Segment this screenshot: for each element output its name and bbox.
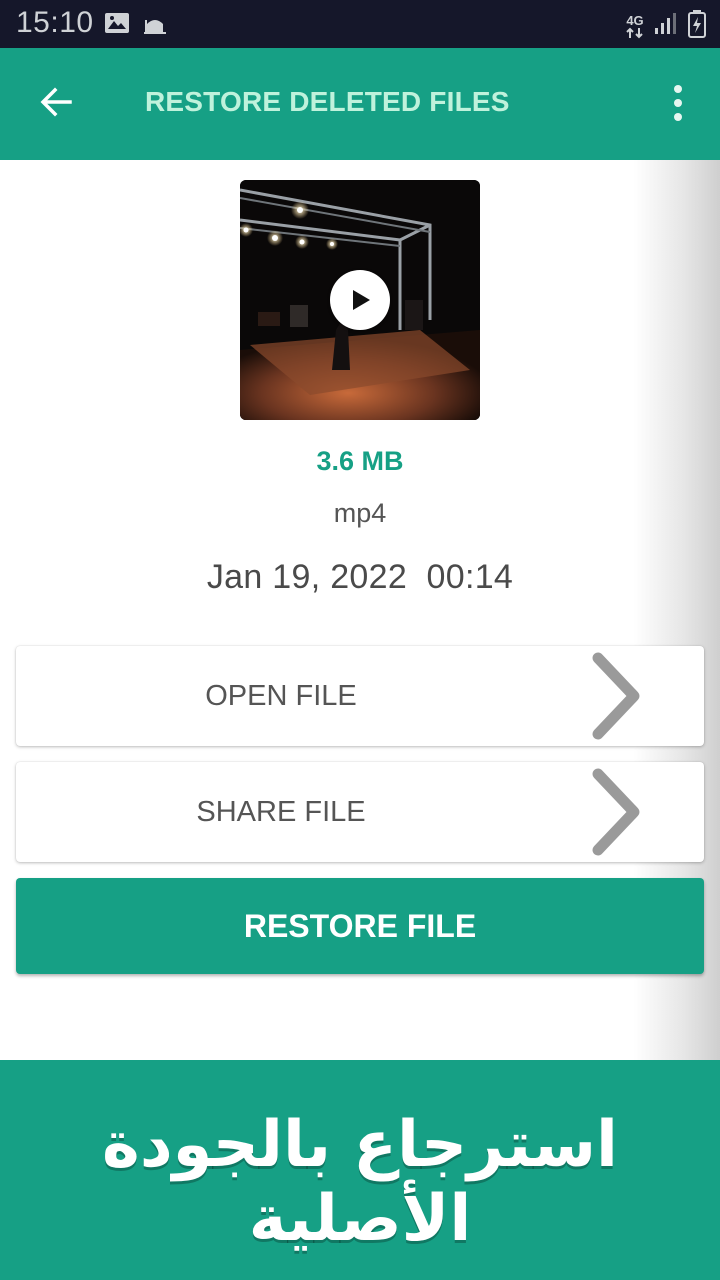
app-bar: RESTORE DELETED FILES xyxy=(0,48,720,160)
more-vert-icon xyxy=(674,85,682,93)
network-label: 4G xyxy=(626,13,644,28)
more-vert-icon-dot xyxy=(674,113,682,121)
status-left-icons xyxy=(104,12,166,39)
chevron-right-icon xyxy=(592,652,640,740)
image-icon xyxy=(104,12,130,39)
promo-banner: استرجاع بالجودة الأصلية xyxy=(0,1060,720,1280)
file-size: 3.6 MB xyxy=(316,446,404,476)
chevron-right-icon xyxy=(592,768,640,856)
arrow-back-icon xyxy=(40,87,72,117)
promo-text: استرجاع بالجودة الأصلية xyxy=(102,1108,618,1256)
status-time: 15:10 xyxy=(16,6,94,39)
play-button[interactable] xyxy=(330,270,390,330)
back-button[interactable] xyxy=(26,72,86,132)
overflow-menu-button[interactable] xyxy=(658,78,698,128)
restore-file-label: RESTORE FILE xyxy=(243,907,477,944)
open-file-button[interactable]: OPEN FILE xyxy=(16,646,704,746)
share-file-label: SHARE FILE xyxy=(196,796,366,828)
share-file-button[interactable]: SHARE FILE xyxy=(16,762,704,862)
status-bar: 15:10 4G xyxy=(0,0,720,48)
status-right-icons: 4G xyxy=(626,10,706,43)
network-4g-icon: 4G xyxy=(626,14,644,39)
video-thumbnail[interactable] xyxy=(240,180,480,420)
play-icon xyxy=(353,290,370,310)
file-details: 3.6 MB mp4 Jan 19, 2022 00:14 OPEN FILE … xyxy=(0,160,720,1060)
mosque-icon xyxy=(144,12,166,39)
restore-file-button[interactable]: RESTORE FILE xyxy=(16,878,704,974)
file-date: Jan 19, 2022 00:14 xyxy=(206,558,514,596)
battery-charging-icon xyxy=(688,10,706,43)
file-type: mp4 xyxy=(333,498,387,528)
more-vert-icon-dot xyxy=(674,99,682,107)
signal-icon xyxy=(654,12,678,41)
page-title: RESTORE DELETED FILES xyxy=(145,86,510,117)
open-file-label: OPEN FILE xyxy=(205,680,357,712)
